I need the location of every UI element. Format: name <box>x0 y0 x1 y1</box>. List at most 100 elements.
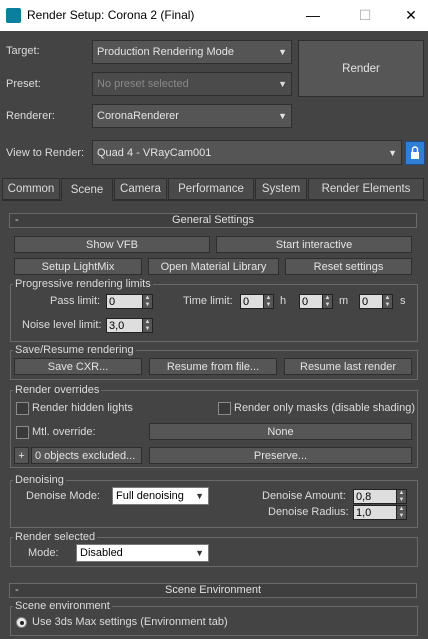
objects-excluded-button[interactable]: 0 objects excluded... <box>31 447 142 464</box>
chevron-down-icon: ▼ <box>278 47 287 57</box>
lock-icon <box>411 146 419 159</box>
render-button[interactable]: Render <box>298 40 424 97</box>
mtl-override-label: Mtl. override: <box>32 426 96 438</box>
hours-unit-label: h <box>280 295 287 307</box>
render-selected-mode-select[interactable]: Disabled ▼ <box>76 544 209 562</box>
noise-level-label: Noise level limit: <box>22 319 102 331</box>
scene-environment-rollout-header[interactable]: - Scene Environment <box>9 583 417 598</box>
renderer-value: CoronaRenderer <box>97 110 179 122</box>
denoise-amount-input[interactable]: 0,8 ▲ ▼ <box>353 489 407 504</box>
noise-level-input[interactable]: 3,0 ▲ ▼ <box>106 318 153 333</box>
save-resume-title: Save/Resume rendering <box>13 344 136 356</box>
spinner-arrows-icon[interactable]: ▲ ▼ <box>263 295 273 308</box>
show-vfb-button[interactable]: Show VFB <box>14 236 210 253</box>
tab-camera[interactable]: Camera <box>114 178 167 200</box>
preset-value: No preset selected <box>97 78 189 90</box>
open-material-library-button[interactable]: Open Material Library <box>148 258 279 275</box>
chevron-down-icon: ▼ <box>195 491 204 501</box>
use-3ds-max-settings-label: Use 3ds Max settings (Environment tab) <box>32 616 228 628</box>
spinner-arrows-icon[interactable]: ▲ ▼ <box>322 295 332 308</box>
renderer-label: Renderer: <box>6 110 55 122</box>
pass-limit-value: 0 <box>109 295 116 308</box>
add-exclude-button[interactable]: + <box>14 447 29 464</box>
view-to-render-label: View to Render: <box>6 147 85 159</box>
pass-limit-label: Pass limit: <box>50 295 101 307</box>
preset-label: Preset: <box>6 78 41 90</box>
lock-button[interactable] <box>405 141 425 165</box>
mtl-override-checkbox[interactable] <box>16 426 29 439</box>
resume-from-file-button[interactable]: Resume from file... <box>149 358 277 375</box>
use-3ds-max-settings-radio[interactable] <box>16 617 27 628</box>
render-overrides-title: Render overrides <box>13 384 102 396</box>
time-seconds-value: 0 <box>362 295 369 308</box>
chevron-down-icon: ▼ <box>278 79 287 89</box>
chevron-down-icon: ▼ <box>388 147 397 158</box>
denoise-amount-value: 0,8 <box>356 490 372 503</box>
save-cxr-button[interactable]: Save CXR... <box>14 358 142 375</box>
spinner-arrows-icon[interactable]: ▲ ▼ <box>382 295 392 308</box>
tab-performance[interactable]: Performance <box>168 178 254 200</box>
target-value: Production Rendering Mode <box>97 46 234 58</box>
maximize-button[interactable]: ☐ <box>342 0 388 31</box>
minutes-unit-label: m <box>339 295 349 307</box>
denoise-amount-label: Denoise Amount: <box>262 490 346 502</box>
general-settings-rollout-header[interactable]: - General Settings <box>9 213 417 228</box>
seconds-unit-label: s <box>400 295 406 307</box>
chevron-down-icon: ▼ <box>278 111 287 121</box>
spinner-arrows-icon[interactable]: ▲ ▼ <box>396 490 406 503</box>
tab-system[interactable]: System <box>255 178 307 200</box>
tab-render-elements[interactable]: Render Elements <box>308 178 424 200</box>
chevron-down-icon: ▼ <box>195 548 204 558</box>
spinner-arrows-icon[interactable]: ▲ ▼ <box>142 295 152 308</box>
tab-scene[interactable]: Scene <box>61 178 113 201</box>
render-selected-title: Render selected <box>13 531 98 543</box>
general-settings-title: General Settings <box>172 214 254 226</box>
denoise-radius-input[interactable]: 1,0 ▲ ▼ <box>353 505 407 520</box>
resume-last-render-button[interactable]: Resume last render <box>284 358 412 375</box>
preserve-button[interactable]: Preserve... <box>149 447 412 464</box>
time-minutes-value: 0 <box>302 295 309 308</box>
renderer-dropdown[interactable]: CoronaRenderer ▼ <box>92 104 292 128</box>
render-only-masks-checkbox[interactable] <box>218 402 231 415</box>
reset-settings-button[interactable]: Reset settings <box>285 258 412 275</box>
title-bar: Render Setup: Corona 2 (Final) — ☐ ✕ <box>0 0 428 31</box>
render-setup-app-icon <box>6 8 21 23</box>
render-selected-mode-value: Disabled <box>80 547 123 559</box>
render-only-masks-label: Render only masks (disable shading) <box>234 402 415 414</box>
tab-common[interactable]: Common <box>2 178 60 200</box>
denoise-mode-select[interactable]: Full denoising ▼ <box>112 487 209 505</box>
setup-lightmix-button[interactable]: Setup LightMix <box>14 258 142 275</box>
mode-label: Mode: <box>28 547 59 559</box>
denoising-group <box>10 480 418 528</box>
mtl-override-none-button[interactable]: None <box>149 423 412 440</box>
progressive-limits-title: Progressive rendering limits <box>13 278 153 290</box>
spinner-arrows-icon[interactable]: ▲ ▼ <box>142 319 152 332</box>
preset-dropdown[interactable]: No preset selected ▼ <box>92 72 292 96</box>
time-hours-value: 0 <box>243 295 250 308</box>
denoise-radius-value: 1,0 <box>356 506 372 519</box>
denoising-title: Denoising <box>13 474 66 486</box>
denoise-mode-label: Denoise Mode: <box>26 490 100 502</box>
start-interactive-button[interactable]: Start interactive <box>216 236 412 253</box>
time-minutes-input[interactable]: 0 ▲ ▼ <box>299 294 333 309</box>
time-hours-input[interactable]: 0 ▲ ▼ <box>240 294 274 309</box>
time-limit-label: Time limit: <box>183 295 233 307</box>
minimize-button[interactable]: — <box>290 0 336 31</box>
denoise-mode-value: Full denoising <box>116 490 184 502</box>
pass-limit-input[interactable]: 0 ▲ ▼ <box>106 294 153 309</box>
time-seconds-input[interactable]: 0 ▲ ▼ <box>359 294 393 309</box>
view-to-render-value: Quad 4 - VRayCam001 <box>97 146 212 159</box>
scene-environment-group-title: Scene environment <box>13 600 112 612</box>
close-button[interactable]: ✕ <box>388 0 428 31</box>
render-hidden-lights-checkbox[interactable] <box>16 402 29 415</box>
noise-level-value: 3,0 <box>109 319 125 332</box>
window-title: Render Setup: Corona 2 (Final) <box>27 8 195 22</box>
target-dropdown[interactable]: Production Rendering Mode ▼ <box>92 40 292 64</box>
target-label: Target: <box>6 45 40 57</box>
render-hidden-lights-label: Render hidden lights <box>32 402 133 414</box>
tab-active-gap <box>62 200 112 201</box>
view-to-render-dropdown[interactable]: Quad 4 - VRayCam001 ▼ <box>92 140 402 165</box>
spinner-arrows-icon[interactable]: ▲ ▼ <box>396 506 406 519</box>
progressive-limits-group <box>10 284 418 342</box>
scene-environment-title: Scene Environment <box>165 584 261 596</box>
